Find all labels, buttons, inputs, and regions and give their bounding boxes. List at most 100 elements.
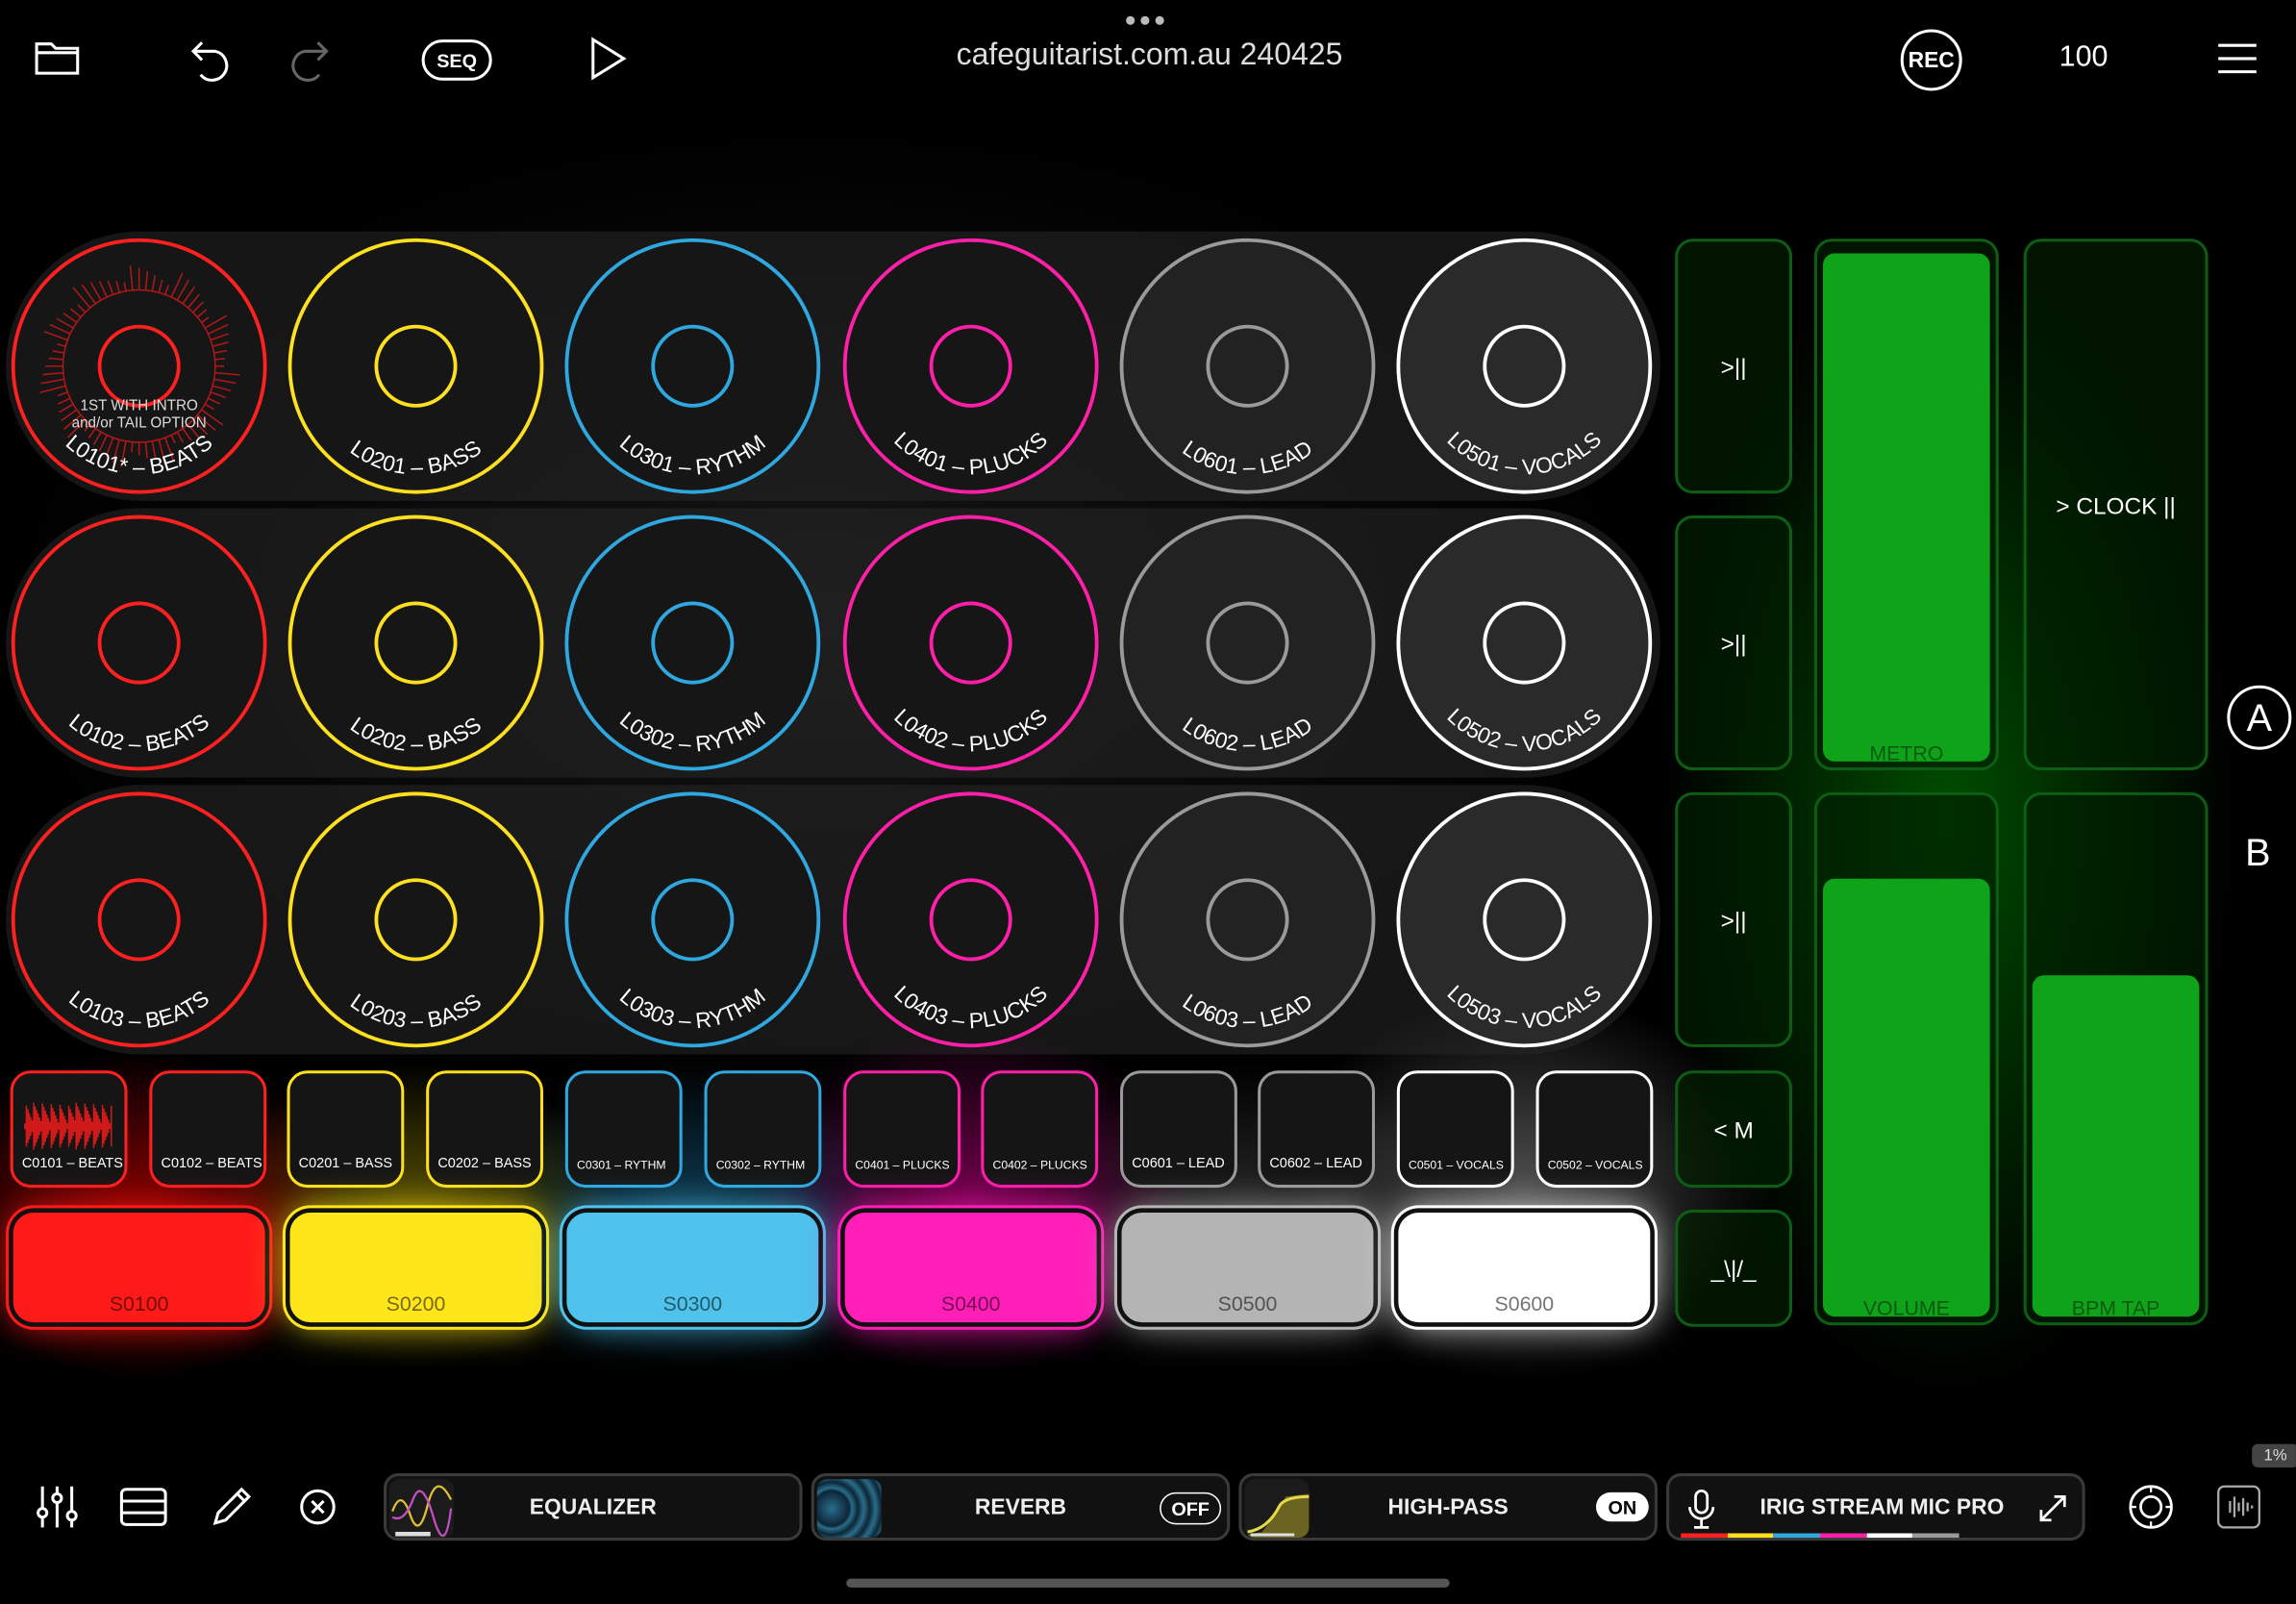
reverb-toggle[interactable]: OFF: [1160, 1491, 1222, 1525]
loop-pad[interactable]: L0501 – VOCALS: [1394, 236, 1655, 496]
loop-pad[interactable]: L0401 – PLUCKS: [840, 236, 1101, 496]
scene-button[interactable]: S0600: [1398, 1212, 1651, 1323]
clip-slot[interactable]: C0402 – PLUCKS: [981, 1070, 1099, 1189]
clip-slot[interactable]: C0401 – PLUCKS: [843, 1070, 961, 1189]
input-label: IRIG STREAM MIC PRO: [1759, 1494, 2005, 1520]
play-pause-label: >||: [1720, 356, 1747, 381]
equalizer-label: EQUALIZER: [529, 1494, 657, 1520]
loop-pad[interactable]: L0201 – BASS: [286, 236, 546, 496]
loop-pad[interactable]: L0601 – LEAD: [1117, 236, 1378, 496]
project-title: cafeguitarist.com.au 240425: [956, 38, 1343, 72]
pad-graphic: L0302 – RYTHM: [564, 514, 821, 771]
play-pause-row1-button[interactable]: >||: [1675, 238, 1793, 494]
clip-slot[interactable]: C0201 – BASS: [287, 1070, 405, 1189]
play-pause-row3-button[interactable]: >||: [1675, 791, 1793, 1047]
scene-button[interactable]: S0200: [289, 1212, 542, 1323]
redo-icon[interactable]: [283, 33, 333, 86]
play-pause-row2-button[interactable]: >||: [1675, 515, 1793, 771]
loop-pad[interactable]: L0202 – BASS: [286, 513, 546, 773]
metro-label: METRO: [1869, 740, 1944, 764]
loop-pad[interactable]: L0503 – VOCALS: [1394, 789, 1655, 1050]
tuner-button[interactable]: _\|/_: [1675, 1209, 1793, 1327]
app-window: SEQ cafeguitarist.com.au 240425 REC 100 …: [0, 0, 2296, 1604]
bpm-display[interactable]: 100: [2047, 41, 2120, 75]
scene-label: S0300: [662, 1291, 723, 1316]
highpass-slot[interactable]: HIGH-PASS ON: [1238, 1473, 1658, 1541]
clip-slot[interactable]: C0302 – RYTHM: [704, 1070, 822, 1189]
menu-icon[interactable]: [2214, 38, 2261, 80]
input-slot[interactable]: IRIG STREAM MIC PRO: [1666, 1473, 2085, 1541]
clip-label: C0302 – RYTHM: [715, 1158, 806, 1172]
marker-button[interactable]: < M: [1675, 1070, 1793, 1189]
volume-fader[interactable]: VOLUME: [1813, 791, 1999, 1326]
bpm-tap-button[interactable]: BPM TAP: [2023, 791, 2209, 1326]
reverb-slot[interactable]: REVERB OFF: [811, 1473, 1231, 1541]
mixer-sliders-icon[interactable]: [33, 1482, 83, 1532]
list-icon[interactable]: [117, 1482, 170, 1532]
loop-pad[interactable]: L0203 – BASS: [286, 789, 546, 1050]
pad-graphic: L0102 – BEATS: [11, 514, 267, 771]
scene-label: S0500: [1217, 1291, 1278, 1316]
clip-slot[interactable]: C0202 – BASS: [426, 1070, 543, 1189]
waveform-icon[interactable]: [2214, 1482, 2264, 1532]
scene-label: S0100: [109, 1291, 169, 1316]
pad-graphic: L0301 – RYTHM: [564, 238, 821, 494]
tuner-label: _\|/_: [1710, 1258, 1757, 1284]
play-pause-label: >||: [1720, 909, 1747, 935]
pad-graphic: L0601 – LEAD: [1119, 238, 1376, 494]
bpm-tap-label: BPM TAP: [2071, 1295, 2160, 1320]
loop-pad[interactable]: L0502 – VOCALS: [1394, 513, 1655, 773]
pad-graphic: L0403 – PLUCKS: [842, 791, 1099, 1048]
pencil-icon[interactable]: [208, 1482, 255, 1532]
metro-fader[interactable]: METRO: [1813, 238, 1999, 771]
seq-button[interactable]: SEQ: [421, 39, 492, 81]
clip-label: C0401 – PLUCKS: [855, 1158, 950, 1172]
rec-button[interactable]: REC: [1900, 29, 1962, 91]
clip-slot[interactable]: C0502 – VOCALS: [1535, 1070, 1654, 1189]
clip-slot[interactable]: C0101 – BEATS: [10, 1070, 128, 1189]
clip-slot[interactable]: C0602 – LEAD: [1258, 1070, 1376, 1189]
loop-pad[interactable]: L0403 – PLUCKS: [840, 789, 1101, 1050]
clip-slot[interactable]: C0601 – LEAD: [1120, 1070, 1237, 1189]
expand-icon[interactable]: [2035, 1491, 2071, 1526]
folder-icon[interactable]: [33, 36, 83, 80]
close-circle-icon[interactable]: [296, 1485, 340, 1529]
pad-note: and/or TAIL OPTION: [72, 415, 207, 432]
scene-button[interactable]: S0300: [566, 1212, 819, 1323]
loop-pad[interactable]: L0602 – LEAD: [1117, 513, 1378, 773]
scene-label: S0400: [940, 1291, 1001, 1316]
scene-button[interactable]: S0500: [1121, 1212, 1374, 1323]
clip-slot[interactable]: C0501 – VOCALS: [1396, 1070, 1514, 1189]
metro-fill: [1823, 253, 1990, 762]
pad-graphic: L0201 – BASS: [287, 238, 544, 494]
home-indicator[interactable]: [846, 1578, 1450, 1588]
pad-graphic: L0401 – PLUCKS: [842, 238, 1099, 494]
bank-a-button[interactable]: A: [2227, 685, 2292, 750]
clock-button[interactable]: > CLOCK ||: [2023, 238, 2209, 771]
clip-label: C0301 – RYTHM: [577, 1158, 666, 1172]
loop-pad[interactable]: L0103 – BEATS: [9, 789, 269, 1050]
pad-graphic: L0402 – PLUCKS: [842, 514, 1099, 771]
settings-dial-icon[interactable]: [2126, 1482, 2176, 1532]
loop-pad[interactable]: L0603 – LEAD: [1117, 789, 1378, 1050]
loop-pad[interactable]: L0101* – BEATS 1ST WITH INTRO and/or TAIL …: [9, 236, 269, 496]
bank-b-button[interactable]: B: [2230, 827, 2285, 877]
loop-pad[interactable]: L0302 – RYTHM: [562, 513, 823, 773]
loop-pad[interactable]: L0102 – BEATS: [9, 513, 269, 773]
clip-label: C0201 – BASS: [298, 1155, 392, 1172]
more-dots-icon[interactable]: [1126, 15, 1164, 25]
loop-pad[interactable]: L0402 – PLUCKS: [840, 513, 1101, 773]
marker-label: < M: [1713, 1118, 1754, 1144]
undo-icon[interactable]: [187, 33, 237, 86]
play-icon[interactable]: [586, 36, 630, 83]
loop-pad[interactable]: L0301 – RYTHM: [562, 236, 823, 496]
input-color-strip: [1681, 1533, 1959, 1539]
clip-slot[interactable]: C0301 – RYTHM: [564, 1070, 683, 1189]
clip-slot[interactable]: C0102 – BEATS: [149, 1070, 267, 1189]
scene-button[interactable]: S0100: [12, 1212, 265, 1323]
loop-pad[interactable]: L0303 – RYTHM: [562, 789, 823, 1050]
highpass-toggle[interactable]: ON: [1595, 1491, 1649, 1522]
clip-label: C0402 – PLUCKS: [992, 1158, 1087, 1172]
equalizer-slot[interactable]: EQUALIZER: [383, 1473, 803, 1541]
scene-button[interactable]: S0400: [844, 1212, 1097, 1323]
